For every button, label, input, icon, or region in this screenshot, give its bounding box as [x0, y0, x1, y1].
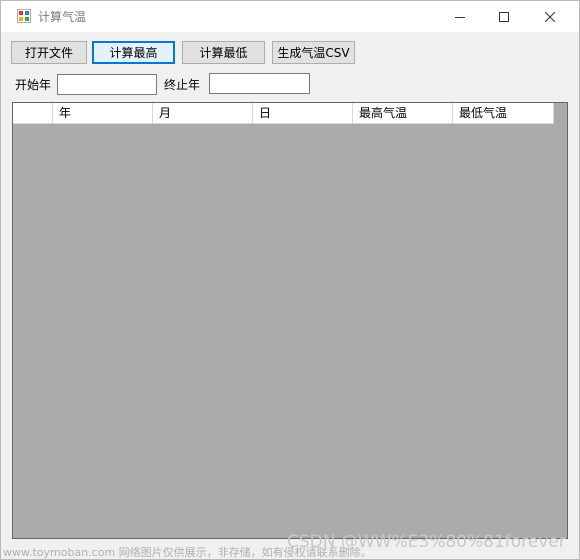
end-year-input[interactable] — [209, 73, 310, 94]
maximize-button[interactable] — [481, 1, 527, 32]
open-file-button[interactable]: 打开文件 — [11, 41, 87, 64]
column-header-month[interactable]: 月 — [153, 103, 253, 123]
data-grid[interactable]: 年 月 日 最高气温 最低气温 — [12, 102, 568, 539]
calc-max-button[interactable]: 计算最高 — [92, 41, 175, 64]
csdn-watermark: CSDN @WW%E3%80%81forever — [287, 532, 566, 552]
close-button[interactable] — [527, 1, 573, 32]
calc-min-button[interactable]: 计算最低 — [182, 41, 265, 64]
title-bar[interactable]: 计算气温 — [1, 1, 579, 32]
start-year-label: 开始年 — [15, 78, 52, 92]
minimize-icon — [455, 16, 465, 18]
app-icon — [17, 9, 31, 23]
column-header-day[interactable]: 日 — [253, 103, 353, 123]
main-window: 计算气温 打开文件 计算最高 计算最低 生成气温CSV 开始年 终止年 年 月 … — [0, 0, 580, 560]
grid-header: 年 月 日 最高气温 最低气温 — [13, 103, 554, 124]
row-header-corner[interactable] — [13, 103, 53, 123]
generate-csv-button[interactable]: 生成气温CSV — [272, 41, 355, 64]
minimize-button[interactable] — [437, 1, 483, 32]
end-year-label: 终止年 — [164, 78, 201, 92]
column-header-max-temp[interactable]: 最高气温 — [353, 103, 453, 123]
maximize-icon — [499, 11, 509, 22]
window-title: 计算气温 — [38, 10, 87, 24]
start-year-input[interactable] — [57, 74, 157, 95]
close-icon — [545, 11, 555, 22]
column-header-year[interactable]: 年 — [53, 103, 153, 123]
column-header-min-temp[interactable]: 最低气温 — [453, 103, 554, 123]
